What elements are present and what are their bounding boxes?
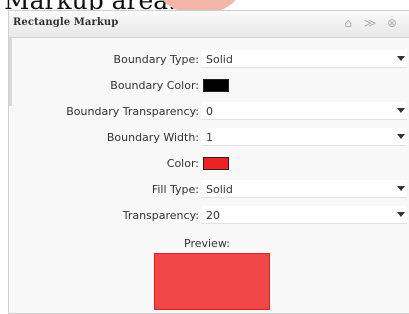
boundary-type-label: Boundary Type: xyxy=(113,53,199,66)
boundary-width-row: Boundary Width: 1 xyxy=(9,127,409,149)
chevron-down-icon[interactable] xyxy=(397,56,405,61)
boundary-type-value: Solid xyxy=(206,53,233,66)
color-label: Color: xyxy=(166,157,199,170)
panel-title: Rectangle Markup xyxy=(13,17,119,28)
boundary-transparency-label: Boundary Transparency: xyxy=(66,105,199,118)
chevron-down-icon[interactable] xyxy=(397,186,405,191)
chevron-down-icon[interactable] xyxy=(397,134,405,139)
transparency-value: 20 xyxy=(206,209,220,222)
fill-type-row: Fill Type: Solid xyxy=(9,179,409,201)
boundary-color-swatch[interactable] xyxy=(203,79,229,92)
preview-rectangle xyxy=(154,253,270,310)
close-icon[interactable]: ⊗ xyxy=(385,16,399,30)
transparency-row: Transparency: 20 xyxy=(9,205,409,227)
boundary-width-label: Boundary Width: xyxy=(106,131,199,144)
rectangle-markup-panel: Rectangle Markup ⌂ ≫ ⊗ Boundary Type: So… xyxy=(8,10,409,314)
boundary-type-dropdown[interactable]: Solid xyxy=(201,50,407,68)
chevron-down-icon[interactable] xyxy=(397,108,405,113)
screen: Markup area. Rectangle Markup ⌂ ≫ ⊗ Boun… xyxy=(0,0,409,314)
fill-type-dropdown[interactable]: Solid xyxy=(201,180,407,198)
boundary-width-value: 1 xyxy=(206,131,213,144)
fill-type-value: Solid xyxy=(206,183,233,196)
boundary-color-label: Boundary Color: xyxy=(110,79,199,92)
boundary-type-row: Boundary Type: Solid xyxy=(9,49,409,71)
boundary-transparency-row: Boundary Transparency: 0 xyxy=(9,101,409,123)
chevron-down-icon[interactable] xyxy=(397,212,405,217)
fill-color-swatch[interactable] xyxy=(203,157,229,170)
boundary-transparency-value: 0 xyxy=(206,105,213,118)
double-arrow-icon[interactable]: ≫ xyxy=(363,16,377,30)
fill-type-label: Fill Type: xyxy=(151,183,199,196)
up-arrow-icon[interactable]: ⌂ xyxy=(341,16,355,30)
preview-label: Preview: xyxy=(184,237,230,250)
color-row: Color: xyxy=(9,153,409,175)
transparency-label: Transparency: xyxy=(122,209,199,222)
boundary-color-row: Boundary Color: xyxy=(9,75,409,97)
transparency-dropdown[interactable]: 20 xyxy=(201,206,407,224)
boundary-transparency-dropdown[interactable]: 0 xyxy=(201,102,407,120)
panel-titlebar[interactable]: Rectangle Markup ⌂ ≫ ⊗ xyxy=(9,11,409,38)
boundary-width-dropdown[interactable]: 1 xyxy=(201,128,407,146)
